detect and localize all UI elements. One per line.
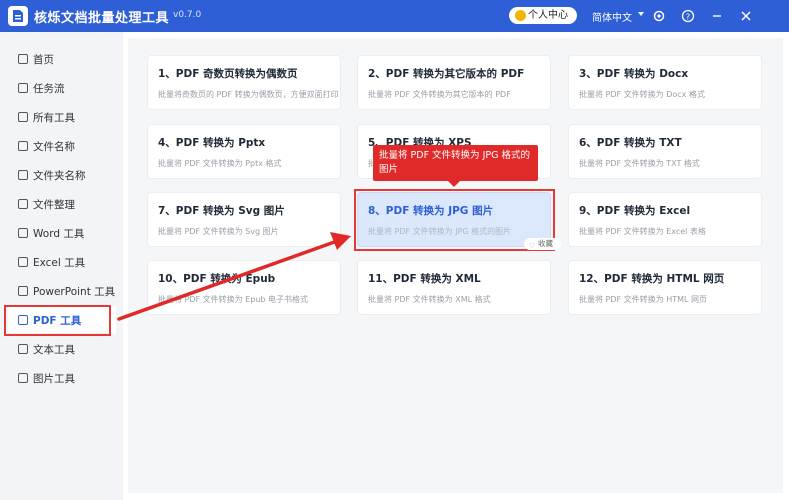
sidebar-item[interactable]: 文件夹名称 [8, 162, 116, 188]
tool-card[interactable]: 12、PDF 转换为 HTML 网页 批量将 PDF 文件转换为 HTML 网页 [568, 260, 762, 315]
image-icon [18, 373, 28, 383]
sidebar-item-label: 文件夹名称 [33, 170, 86, 182]
tool-card-title: 10、PDF 转换为 Epub [158, 273, 276, 285]
tool-card-description: 批量将 PDF 文件转换为 Excel 表格 [579, 227, 706, 236]
sidebar-item-label: Excel 工具 [33, 257, 86, 269]
tool-card[interactable]: 7、PDF 转换为 Svg 图片 批量将 PDF 文件转换为 Svg 图片 [147, 192, 341, 247]
help-icon[interactable]: ? [681, 9, 695, 23]
app-logo-icon [8, 6, 28, 26]
tool-card[interactable]: 2、PDF 转换为其它版本的 PDF 批量将 PDF 文件转换为其它版本的 PDF [357, 55, 551, 110]
tool-card-description: 批量将 PDF 文件转换为 XML 格式 [368, 295, 491, 304]
organize-icon [18, 199, 28, 209]
tool-card-title: 9、PDF 转换为 Excel [579, 205, 691, 217]
tool-card[interactable]: 4、PDF 转换为 Pptx 批量将 PDF 文件转换为 Pptx 格式 [147, 124, 341, 179]
title-bar: 核烁文档批量处理工具 v0.7.0 个人中心 简体中文 ? [0, 0, 789, 32]
word-icon [18, 228, 28, 238]
svg-text:?: ? [686, 13, 690, 22]
tooltip-tail [448, 181, 460, 187]
sidebar-item[interactable]: 首页 [8, 46, 116, 72]
annotation-highlight-sidebar [4, 305, 111, 336]
sidebar-item-label: 首页 [33, 54, 54, 66]
tool-card-description: 批量将 PDF 文件转换为 Pptx 格式 [158, 159, 282, 168]
tool-card-description: 批量将 PDF 文件转换为 TXT 格式 [579, 159, 700, 168]
home-icon [18, 54, 28, 64]
close-icon[interactable] [739, 9, 753, 23]
sidebar-item-label: 文本工具 [33, 344, 75, 356]
sidebar-item-label: Word 工具 [33, 228, 85, 240]
excel-icon [18, 257, 28, 267]
chevron-down-icon[interactable] [638, 12, 644, 16]
sidebar-item-label: PowerPoint 工具 [33, 286, 116, 298]
tool-card[interactable]: 9、PDF 转换为 Excel 批量将 PDF 文件转换为 Excel 表格 [568, 192, 762, 247]
sidebar-item-label: 所有工具 [33, 112, 75, 124]
tool-card[interactable]: 11、PDF 转换为 XML 批量将 PDF 文件转换为 XML 格式 [357, 260, 551, 315]
sidebar-item[interactable]: PowerPoint 工具 [8, 278, 116, 304]
tool-card-title: 12、PDF 转换为 HTML 网页 [579, 273, 725, 285]
user-center-button[interactable]: 个人中心 [509, 7, 577, 24]
sidebar-item[interactable]: 所有工具 [8, 104, 116, 130]
minimize-icon[interactable] [710, 9, 724, 23]
tool-card-title: 3、PDF 转换为 Docx [579, 68, 689, 80]
folder-icon [18, 170, 28, 180]
tool-card-description: 批量将奇数页的 PDF 转换为偶数页，方便双面打印 [158, 90, 339, 99]
tool-card[interactable]: 10、PDF 转换为 Epub 批量将 PDF 文件转换为 Epub 电子书格式 [147, 260, 341, 315]
heart-icon: ♡ [529, 242, 536, 250]
tool-card-title: 4、PDF 转换为 Pptx [158, 137, 266, 149]
language-selector[interactable]: 简体中文 [592, 9, 632, 24]
text-icon [18, 344, 28, 354]
sidebar-item[interactable]: Excel 工具 [8, 249, 116, 275]
settings-icon[interactable] [652, 9, 666, 23]
tool-card-title: 6、PDF 转换为 TXT [579, 137, 682, 149]
user-center-label: 个人中心 [528, 10, 568, 21]
file-name-icon [18, 141, 28, 151]
tool-card-description: 批量将 PDF 文件转换为 Svg 图片 [158, 227, 279, 236]
monitor-icon [18, 112, 28, 122]
app-title: 核烁文档批量处理工具 [34, 11, 170, 26]
tool-card-title: 2、PDF 转换为其它版本的 PDF [368, 68, 525, 80]
tool-card[interactable]: 3、PDF 转换为 Docx 批量将 PDF 文件转换为 Docx 格式 [568, 55, 762, 110]
tool-card-description: 批量将 PDF 文件转换为 Epub 电子书格式 [158, 295, 309, 304]
tooltip: 批量将 PDF 文件转换为 JPG 格式的图片 [373, 145, 538, 181]
favorite-label: 收藏 [538, 239, 553, 248]
sidebar-item[interactable]: 文件整理 [8, 191, 116, 217]
sidebar-item[interactable]: 图片工具 [8, 365, 116, 391]
tool-card[interactable]: 6、PDF 转换为 TXT 批量将 PDF 文件转换为 TXT 格式 [568, 124, 762, 179]
tool-card-description: 批量将 PDF 文件转换为其它版本的 PDF [368, 90, 511, 99]
sidebar-item-label: 文件整理 [33, 199, 75, 211]
sidebar-item-label: 任务流 [33, 83, 65, 95]
tool-card-title: 7、PDF 转换为 Svg 图片 [158, 205, 285, 217]
sidebar-item[interactable]: Word 工具 [8, 220, 116, 246]
sidebar-item-label: 图片工具 [33, 373, 75, 385]
sidebar-item-label: 文件名称 [33, 141, 75, 153]
powerpoint-icon [18, 286, 28, 296]
favorite-button[interactable]: ♡ 收藏 [524, 238, 561, 250]
tool-card-description: 批量将 PDF 文件转换为 Docx 格式 [579, 90, 705, 99]
sidebar-item[interactable]: 文件名称 [8, 133, 116, 159]
tool-card-title: 11、PDF 转换为 XML [368, 273, 481, 285]
sidebar-item[interactable]: 文本工具 [8, 336, 116, 362]
tool-card-description: 批量将 PDF 文件转换为 HTML 网页 [579, 295, 708, 304]
workflow-icon [18, 83, 28, 93]
crown-icon [515, 10, 526, 21]
app-version: v0.7.0 [173, 10, 202, 20]
sidebar-item[interactable]: 任务流 [8, 75, 116, 101]
tool-card[interactable]: 1、PDF 奇数页转换为偶数页批量将奇数页的 PDF 转换为偶数页，方便双面打印 [147, 55, 341, 110]
tool-card-title: 1、PDF 奇数页转换为偶数页 [158, 68, 298, 80]
